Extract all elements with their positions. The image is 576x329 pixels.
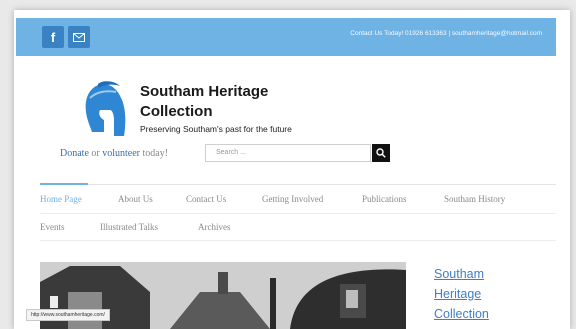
search-button[interactable]: [372, 144, 390, 162]
sidebar-heading-link[interactable]: Southam Heritage Collection: [434, 264, 544, 324]
nav-southam-history[interactable]: Southam History: [444, 194, 505, 204]
browser-status-url: http://www.southamheritage.com/: [26, 309, 110, 321]
nav-divider: [40, 240, 556, 241]
donate-link[interactable]: Donate: [60, 148, 89, 159]
today-text: today!: [142, 148, 169, 159]
nav-home-page[interactable]: Home Page: [40, 194, 82, 204]
site-title-line2: Collection: [140, 103, 213, 120]
nav-archives[interactable]: Archives: [198, 222, 231, 232]
nav-divider: [40, 213, 556, 214]
nav-about-us[interactable]: About Us: [118, 194, 153, 204]
facebook-button[interactable]: f: [42, 26, 64, 48]
site-tagline: Preserving Southam's past for the future: [140, 124, 292, 134]
contact-info[interactable]: Contact Us Today! 01926 613363 | southam…: [350, 30, 542, 37]
nav-illustrated-talks[interactable]: Illustrated Talks: [100, 222, 158, 232]
email-button[interactable]: [68, 26, 90, 48]
or-text: or: [91, 148, 100, 159]
nav-active-indicator: [40, 183, 88, 185]
mail-icon: [73, 32, 85, 42]
search-icon: [376, 148, 386, 158]
nav-publications[interactable]: Publications: [362, 194, 407, 204]
site-title-line1: Southam Heritage: [140, 83, 269, 100]
nav-events[interactable]: Events: [40, 222, 65, 232]
sidebar-heading-line1: Southam: [434, 267, 485, 281]
nav-contact-us[interactable]: Contact Us: [186, 194, 226, 204]
volunteer-link[interactable]: volunteer: [102, 148, 140, 159]
site-title[interactable]: Southam Heritage Collection: [140, 82, 310, 122]
nav-divider: [40, 184, 556, 185]
sidebar-heading-line2: Heritage: [434, 287, 482, 301]
donate-volunteer-row: Donate or volunteer today!: [60, 148, 168, 159]
sidebar-heading-line3: Collection: [434, 307, 489, 321]
nav-getting-involved[interactable]: Getting Involved: [262, 194, 323, 204]
facebook-icon: f: [50, 29, 56, 45]
search-input[interactable]: Search ...: [205, 144, 371, 162]
top-contact-bar: f Contact Us Today! 01926 613363 | south…: [16, 18, 556, 56]
spartan-helmet-logo[interactable]: [80, 80, 128, 138]
